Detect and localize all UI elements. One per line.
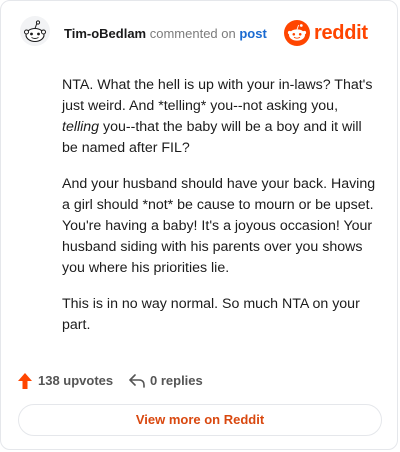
author-name[interactable]: Tim-oBedlam bbox=[64, 26, 146, 41]
comment-body: NTA. What the hell is up with your in-la… bbox=[62, 75, 378, 351]
comment-paragraph-1: NTA. What the hell is up with your in-la… bbox=[62, 75, 378, 159]
reddit-logo[interactable]: reddit bbox=[284, 20, 384, 46]
comment-paragraph-2: And your husband should have your back. … bbox=[62, 176, 376, 276]
comment-card: Tim-oBedlam commented on post reddit NTA… bbox=[0, 0, 398, 450]
upvote-button[interactable]: 138 upvotes bbox=[17, 371, 113, 391]
comment-paragraph-3: This is in no way normal. So much NTA on… bbox=[62, 296, 360, 333]
reddit-alien-icon bbox=[284, 20, 310, 46]
comment-emphasis: telling bbox=[62, 119, 100, 135]
reddit-wordmark: reddit bbox=[314, 22, 368, 44]
comment-text: NTA. What the hell is up with your in-la… bbox=[62, 77, 373, 114]
post-link[interactable]: post bbox=[239, 26, 266, 41]
reply-arrow-icon bbox=[129, 374, 145, 388]
reply-button[interactable]: 0 replies bbox=[128, 371, 218, 391]
upvote-arrow-icon bbox=[18, 373, 32, 389]
comment-text: you--that the baby will be a boy and it … bbox=[62, 119, 362, 156]
byline: Tim-oBedlam commented on post bbox=[64, 26, 267, 42]
upvote-count: 138 upvotes bbox=[38, 373, 114, 388]
avatar[interactable] bbox=[20, 16, 50, 46]
reply-count: 0 replies bbox=[150, 373, 203, 388]
snoo-avatar-icon bbox=[20, 16, 50, 46]
byline-verb: commented on bbox=[149, 26, 236, 41]
view-more-on-reddit-button[interactable]: View more on Reddit bbox=[18, 404, 382, 436]
comment-header: Tim-oBedlam commented on post reddit bbox=[20, 16, 384, 50]
